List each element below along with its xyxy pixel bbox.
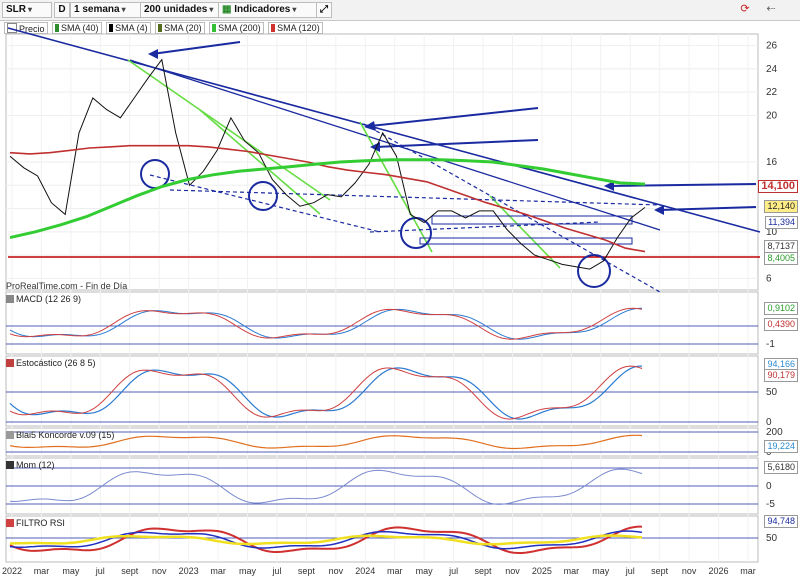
circle-1 bbox=[140, 159, 170, 189]
stoch-icon bbox=[6, 359, 14, 367]
arrow-3 bbox=[375, 139, 539, 148]
mom-line bbox=[9, 468, 643, 505]
mom-title[interactable]: Mom (12) bbox=[6, 460, 55, 470]
x-tick-label: 2022 bbox=[2, 566, 22, 576]
y-tick-label: 20 bbox=[766, 110, 778, 121]
y-tick-label: 24 bbox=[766, 64, 778, 75]
x-tick-label: mar bbox=[210, 566, 226, 576]
stoch-tick-label: 50 bbox=[766, 387, 778, 398]
x-tick-label: 2023 bbox=[179, 566, 199, 576]
x-tick-label: sept bbox=[298, 566, 316, 576]
x-tick-label: 2025 bbox=[532, 566, 552, 576]
mom-tick-label: 0 bbox=[766, 481, 772, 492]
panel-frame bbox=[5, 515, 759, 563]
x-tick-label: may bbox=[416, 566, 434, 576]
source-note: ProRealTime.com - Fin de Día bbox=[6, 281, 128, 291]
macd-tick-label: -1 bbox=[766, 339, 775, 350]
rsi-tick-label: 50 bbox=[766, 533, 778, 544]
green-trend-1 bbox=[127, 59, 331, 201]
x-tick-label: jul bbox=[95, 566, 105, 576]
panel-frame bbox=[5, 291, 759, 355]
target-price-badge: 14,100 bbox=[758, 180, 798, 193]
panel-frame bbox=[5, 355, 759, 427]
macd-title[interactable]: MACD (12 26 9) bbox=[6, 294, 81, 304]
rsi-yellow-line bbox=[9, 534, 643, 546]
x-tick-label: jul bbox=[448, 566, 458, 576]
dashed-line-1 bbox=[169, 189, 661, 206]
x-tick-label: sept bbox=[475, 566, 493, 576]
macd-icon bbox=[6, 295, 14, 303]
x-tick-label: 2026 bbox=[709, 566, 729, 576]
price-badge-b3: 8,4005 bbox=[764, 252, 798, 265]
blai-title[interactable]: Blai5 Koncorde v.09 (15) bbox=[6, 430, 114, 440]
circle-2 bbox=[248, 181, 278, 211]
grid bbox=[5, 33, 759, 563]
x-tick-label: may bbox=[239, 566, 257, 576]
x-tick-label: mar bbox=[740, 566, 756, 576]
y-tick-label: 6 bbox=[766, 273, 772, 284]
x-tick-label: nov bbox=[505, 566, 520, 576]
x-tick-label: mar bbox=[34, 566, 50, 576]
x-tick-label: 2024 bbox=[355, 566, 375, 576]
blai-tick-label: 200 bbox=[766, 427, 783, 438]
macd-badge-1: 0,9102 bbox=[764, 302, 798, 315]
x-tick-label: sept bbox=[651, 566, 669, 576]
x-tick-label: may bbox=[592, 566, 610, 576]
x-tick-label: jul bbox=[271, 566, 281, 576]
x-tick-label: mar bbox=[564, 566, 580, 576]
x-tick-label: sept bbox=[121, 566, 139, 576]
macd-badge-2: 0,4390 bbox=[764, 318, 798, 331]
stoch-badge-2: 90,179 bbox=[764, 369, 798, 382]
current-price-badge: 12,140 bbox=[764, 200, 798, 213]
blai-icon bbox=[6, 431, 14, 439]
rsi-badge-1: 94,748 bbox=[764, 515, 798, 528]
x-tick-label: jul bbox=[625, 566, 635, 576]
y-tick-label: 22 bbox=[766, 87, 778, 98]
axes: 2624222016141210862022marmayjulseptnov20… bbox=[2, 41, 783, 576]
price-badge-b1: 11,394 bbox=[765, 216, 798, 229]
rsi-icon bbox=[6, 519, 14, 527]
x-tick-label: nov bbox=[329, 566, 344, 576]
rsi-title[interactable]: FILTRO RSI bbox=[6, 518, 65, 528]
circle-4 bbox=[577, 254, 611, 288]
x-tick-label: nov bbox=[152, 566, 167, 576]
blai-badge-1: 19,224 bbox=[764, 440, 798, 453]
stoch-title[interactable]: Estocástico (26 8 5) bbox=[6, 358, 96, 368]
arrow-1-head bbox=[148, 49, 158, 59]
mom-badge-1: 5,6180 bbox=[764, 461, 798, 474]
arrow-2-head bbox=[364, 121, 376, 131]
mom-icon bbox=[6, 461, 14, 469]
y-tick-label: 26 bbox=[766, 41, 778, 52]
mom-tick-label: -5 bbox=[766, 499, 775, 510]
x-tick-label: nov bbox=[682, 566, 697, 576]
stoch-k-line bbox=[9, 365, 643, 420]
arrow-5-head bbox=[654, 205, 664, 215]
dashed-line-4 bbox=[149, 174, 381, 233]
y-tick-label: 16 bbox=[766, 157, 778, 168]
x-tick-label: may bbox=[62, 566, 80, 576]
arrow-1 bbox=[151, 41, 241, 55]
x-tick-label: mar bbox=[387, 566, 403, 576]
